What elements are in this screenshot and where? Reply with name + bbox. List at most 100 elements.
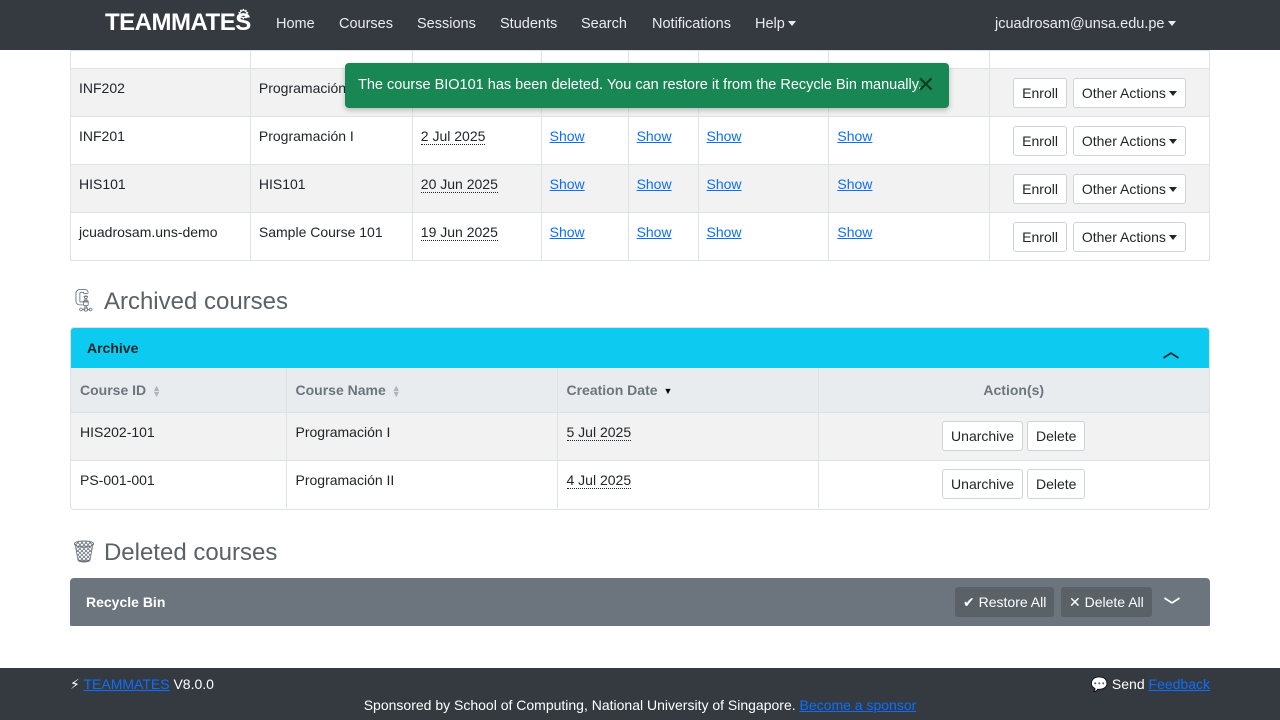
comments-icon: 💬 (1090, 676, 1109, 692)
course-id: jcuadrosam.uns-demo (70, 212, 251, 261)
course-name: Programación I (286, 411, 558, 460)
enroll-button[interactable]: Enroll (1013, 174, 1067, 204)
nav-home[interactable]: Home (276, 16, 315, 32)
footer: ⚡ TEAMMATES V8.0.0 💬 Send Feedback Spons… (0, 668, 1280, 720)
show-link[interactable]: Show (637, 176, 672, 192)
show-link[interactable]: Show (550, 224, 585, 240)
caret-down-icon (1167, 21, 1176, 26)
other-actions-button[interactable]: Other Actions (1072, 126, 1186, 156)
feedback-link[interactable]: Feedback (1149, 676, 1210, 692)
nav-help-label: Help (755, 16, 785, 32)
table-row: INF201 Programación I 2 Jul 2025 Show Sh… (70, 116, 1210, 165)
trash-icon: 🗑 (70, 539, 98, 564)
unarchive-button[interactable]: Unarchive (942, 468, 1024, 499)
column-header-course-id[interactable]: Course ID ▲ ▼ (71, 368, 287, 412)
creation-date: 2 Jul 2025 (420, 128, 486, 145)
caret-down-icon (1168, 139, 1177, 144)
course-id: HIS202-101 (71, 411, 287, 460)
delete-all-button[interactable]: ✕ Delete All (1061, 587, 1152, 617)
teammates-link[interactable]: TEAMMATES (83, 676, 169, 692)
table-row: HIS202-101 Programación I 5 Jul 2025 Una… (71, 411, 1209, 460)
nav-sessions[interactable]: Sessions (417, 16, 476, 32)
recycle-bin-title: Recycle Bin (86, 594, 166, 610)
deleted-title: Deleted courses (103, 539, 278, 566)
header-label: Creation Date (566, 381, 658, 398)
row-actions: Enroll Other Actions (989, 164, 1210, 213)
row-actions: Enroll Other Actions (989, 116, 1210, 165)
delete-button[interactable]: Delete (1026, 420, 1086, 451)
footer-sponsor: Sponsored by School of Computing, Nation… (0, 697, 1280, 713)
gear-icon: ⚙ (237, 6, 250, 22)
column-header-course-name[interactable]: Course Name ▲ ▼ (286, 368, 558, 412)
footer-brand: ⚡ TEAMMATES V8.0.0 (70, 676, 214, 693)
close-icon[interactable]: ✕ (917, 74, 935, 96)
check-icon: ✔ (963, 594, 975, 610)
archive-card-header[interactable]: Archive ︿ (71, 328, 1209, 368)
show-link[interactable]: Show (837, 128, 872, 144)
nav-search[interactable]: Search (581, 16, 627, 32)
user-email: jcuadrosam@unsa.edu.pe (995, 16, 1165, 32)
enroll-button[interactable]: Enroll (1013, 126, 1067, 156)
show-link[interactable]: Show (837, 224, 872, 240)
close-icon: ✕ (1069, 594, 1081, 610)
show-link[interactable]: Show (707, 224, 742, 240)
nav-courses[interactable]: Courses (339, 16, 393, 32)
column-header-actions: Action(s) (818, 368, 1209, 412)
column-header-creation-date[interactable]: Creation Date ▼ (557, 368, 819, 412)
recycle-bin-card: Recycle Bin ✔ Restore All ✕ Delete All ﹀ (70, 578, 1210, 628)
table-row: HIS101 HIS101 20 Jun 2025 Show Show Show… (70, 164, 1210, 213)
nav-help-dropdown[interactable]: Help (755, 16, 796, 32)
table-row: PS-001-001 Programación II 4 Jul 2025 Un… (71, 459, 1209, 508)
caret-down-icon (1168, 187, 1177, 192)
unarchive-button[interactable]: Unarchive (942, 420, 1024, 451)
row-actions: Enroll Other Actions (989, 68, 1210, 117)
archived-courses-table: Course ID ▲ ▼ Course Name ▲ ▼ Creation Date ▼… (71, 368, 1209, 508)
footer-feedback: 💬 Send Feedback (1091, 676, 1210, 693)
show-link[interactable]: Show (550, 176, 585, 192)
course-name: Sample Course 101 (249, 212, 413, 261)
other-actions-button[interactable]: Other Actions (1072, 78, 1186, 108)
archive-card-title: Archive (87, 340, 139, 356)
send-text: Send (1111, 676, 1145, 692)
other-actions-button[interactable]: Other Actions (1072, 222, 1186, 252)
course-name: Programación I (249, 116, 413, 165)
brand-logo[interactable]: TEAMMATES ⚙ (105, 6, 251, 37)
recycle-bin-header[interactable]: Recycle Bin ✔ Restore All ✕ Delete All ﹀ (70, 578, 1210, 626)
show-link[interactable]: Show (637, 128, 672, 144)
restore-all-label: Restore All (978, 594, 1047, 610)
row-actions: Unarchive Delete (818, 411, 1209, 460)
show-link[interactable]: Show (707, 128, 742, 144)
creation-date: 5 Jul 2025 (566, 423, 632, 441)
table-row: jcuadrosam.uns-demo Sample Course 101 19… (70, 212, 1210, 261)
chevron-up-icon[interactable]: ︿ (1163, 338, 1179, 362)
success-toast: The course BIO101 has been deleted. You … (345, 63, 949, 108)
show-link[interactable]: Show (707, 176, 742, 192)
show-link[interactable]: Show (837, 176, 872, 192)
course-id: INF201 (70, 116, 251, 165)
nav-notifications[interactable]: Notifications (652, 16, 731, 32)
other-actions-button[interactable]: Other Actions (1072, 174, 1186, 204)
course-id: HIS101 (70, 164, 251, 213)
toast-message: The course BIO101 has been deleted. You … (358, 77, 922, 93)
become-sponsor-link[interactable]: Become a sponsor (800, 697, 917, 713)
restore-all-button[interactable]: ✔ Restore All (955, 587, 1055, 617)
course-id: PS-001-001 (71, 459, 287, 508)
show-link[interactable]: Show (637, 224, 672, 240)
caret-down-icon (1168, 91, 1177, 96)
caret-down-icon (787, 21, 796, 26)
show-link[interactable]: Show (550, 128, 585, 144)
header-label: Course ID (80, 381, 147, 398)
enroll-button[interactable]: Enroll (1013, 78, 1067, 108)
archive-file-icon: 🗜 (70, 288, 98, 313)
archived-section-heading: 🗜 Archived courses (70, 288, 288, 316)
nav-students[interactable]: Students (500, 16, 557, 32)
sponsor-text: Sponsored by School of Computing, Nation… (363, 697, 796, 713)
header-label: Course Name (295, 381, 386, 398)
delete-button[interactable]: Delete (1026, 468, 1086, 499)
chevron-down-icon[interactable]: ﹀ (1164, 592, 1180, 616)
archive-card: Archive ︿ Course ID ▲ ▼ Course Name ▲ ▼ Crea… (70, 327, 1210, 510)
sort-icon: ▲ ▼ (152, 383, 162, 400)
enroll-button[interactable]: Enroll (1013, 222, 1067, 252)
user-menu-dropdown[interactable]: jcuadrosam@unsa.edu.pe (995, 16, 1176, 32)
creation-date: 4 Jul 2025 (566, 471, 632, 489)
